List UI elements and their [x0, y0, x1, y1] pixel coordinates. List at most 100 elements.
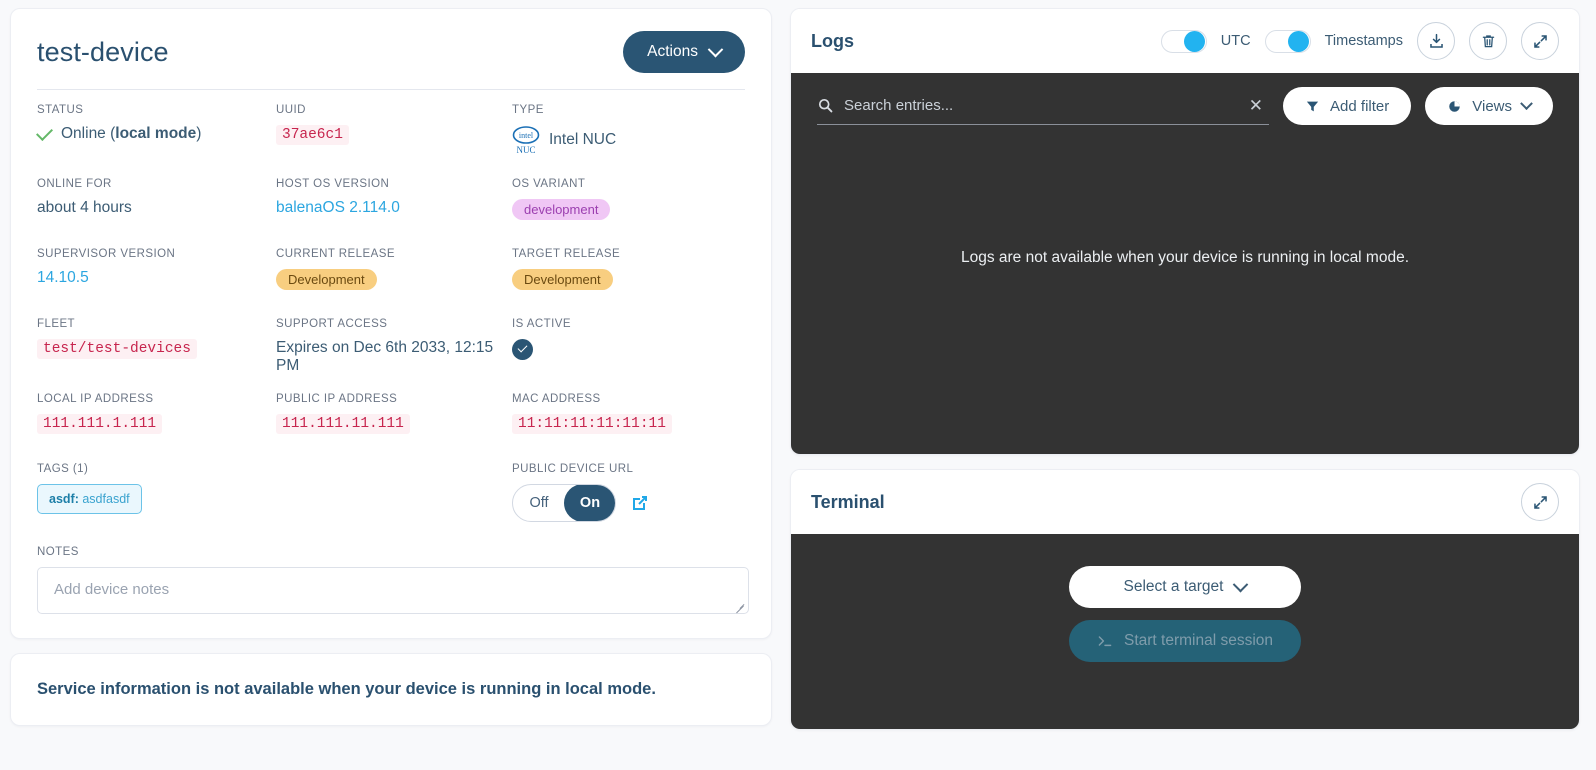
- public-ip-value[interactable]: 111.111.11.111: [276, 414, 410, 434]
- chevron-down-icon: [707, 41, 724, 57]
- field-type-label: TYPE: [512, 104, 544, 116]
- add-filter-button[interactable]: Add filter: [1283, 87, 1412, 125]
- mac-address-value[interactable]: 11:11:11:11:11:11: [512, 414, 672, 434]
- field-target-release: TARGET RELEASE Development: [512, 248, 745, 318]
- current-release-badge[interactable]: Development: [276, 269, 377, 290]
- field-os-variant-label: OS VARIANT: [512, 178, 586, 190]
- check-icon: [36, 123, 53, 141]
- service-info-message: Service information is not available whe…: [37, 680, 656, 698]
- field-public-ip: PUBLIC IP ADDRESS 111.111.11.111: [276, 393, 512, 463]
- public-url-toggle-on[interactable]: On: [564, 485, 615, 521]
- supervisor-version-link[interactable]: 14.10.5: [37, 269, 276, 287]
- utc-label: UTC: [1220, 33, 1251, 49]
- device-header: test-device Actions: [37, 31, 745, 90]
- terminal-body: Select a target Start terminal session: [791, 534, 1579, 729]
- host-os-version-link[interactable]: balenaOS 2.114.0: [276, 199, 512, 217]
- add-filter-label: Add filter: [1330, 97, 1390, 115]
- select-target-button[interactable]: Select a target: [1069, 566, 1301, 608]
- field-supervisor-version-label: SUPERVISOR VERSION: [37, 248, 176, 260]
- status-mode: local mode: [115, 125, 197, 142]
- field-fleet: FLEET test/test-devices: [37, 318, 276, 393]
- device-dashboard: test-device Actions STATUS Online (local…: [0, 0, 1596, 770]
- logs-panel: Logs UTC Timestamps Search entries... ✕ …: [790, 8, 1580, 455]
- device-type-label: Intel NUC: [549, 131, 617, 148]
- tag-key: asdf:: [49, 492, 79, 506]
- views-button[interactable]: Views: [1425, 87, 1553, 125]
- utc-toggle-knob: [1183, 31, 1205, 52]
- field-is-active: IS ACTIVE: [512, 318, 745, 393]
- field-local-ip-label: LOCAL IP ADDRESS: [37, 393, 154, 405]
- is-active-check-icon: [512, 339, 533, 360]
- clear-search-icon[interactable]: ✕: [1243, 96, 1269, 116]
- start-terminal-session-button[interactable]: Start terminal session: [1069, 620, 1301, 662]
- right-column: Logs UTC Timestamps Search entries... ✕ …: [790, 6, 1580, 770]
- notes-placeholder: Add device notes: [54, 581, 170, 598]
- uuid-value[interactable]: 37ae6c1: [276, 125, 349, 145]
- search-placeholder: Search entries...: [844, 97, 954, 114]
- start-terminal-session-label: Start terminal session: [1123, 632, 1274, 649]
- os-variant-badge: development: [512, 199, 611, 220]
- expand-terminal-button[interactable]: [1521, 483, 1559, 521]
- device-fields-grid: STATUS Online (local mode) UUID 37ae6c1 …: [36, 90, 745, 540]
- terminal-header: Terminal: [791, 470, 1579, 534]
- logs-body: Search entries... ✕ Add filter Views Log…: [791, 73, 1579, 454]
- support-access-value: Expires on Dec 6th 2033, 12:15 PM: [276, 339, 494, 374]
- intel-nuc-logo-icon: intel NUC: [512, 126, 540, 155]
- views-chevron-down-icon: [1520, 96, 1533, 110]
- field-local-ip: LOCAL IP ADDRESS 111.111.1.111: [37, 393, 276, 463]
- download-logs-button[interactable]: [1417, 22, 1455, 60]
- search-icon: [818, 98, 833, 113]
- tag-value: asdfasdf: [82, 492, 130, 506]
- logs-toolbar: Search entries... ✕ Add filter Views: [791, 73, 1579, 125]
- page-title: test-device: [37, 36, 169, 67]
- field-tags-label: TAGS (1): [37, 463, 89, 475]
- status-prefix: Online (: [61, 125, 116, 142]
- notes-section: NOTES Add device notes: [37, 546, 749, 614]
- field-os-variant: OS VARIANT development: [512, 178, 745, 248]
- select-target-label: Select a target: [1123, 578, 1224, 595]
- terminal-prompt-icon: [1098, 636, 1112, 647]
- online-for-value: about 4 hours: [37, 199, 132, 216]
- actions-button[interactable]: Actions: [623, 31, 745, 73]
- views-icon: [1449, 100, 1460, 112]
- search-input[interactable]: Search entries... ✕: [817, 87, 1270, 125]
- clear-logs-button[interactable]: [1469, 22, 1507, 60]
- field-tags: TAGS (1) asdf: asdfasdf: [37, 463, 276, 540]
- field-host-os-version-label: HOST OS VERSION: [276, 178, 390, 190]
- svg-text:intel: intel: [519, 131, 534, 140]
- field-mac-address-label: MAC ADDRESS: [512, 393, 601, 405]
- timestamps-toggle-knob: [1287, 31, 1309, 52]
- notes-textarea[interactable]: Add device notes: [37, 567, 749, 614]
- fleet-link[interactable]: test/test-devices: [37, 339, 197, 359]
- field-public-device-url: PUBLIC DEVICE URL Off On: [512, 463, 745, 540]
- public-url-toggle-off[interactable]: Off: [513, 485, 565, 521]
- tag-chip[interactable]: asdf: asdfasdf: [37, 484, 142, 514]
- actions-button-label: Actions: [647, 43, 698, 60]
- external-link-icon[interactable]: [630, 493, 650, 513]
- timestamps-label: Timestamps: [1324, 33, 1403, 49]
- filter-icon: [1306, 101, 1319, 111]
- terminal-panel: Terminal Select a target Start terminal …: [790, 469, 1580, 730]
- local-ip-value[interactable]: 111.111.1.111: [37, 414, 163, 434]
- resize-handle[interactable]: [735, 601, 745, 614]
- terminal-title: Terminal: [811, 491, 885, 512]
- field-status: STATUS Online (local mode): [36, 104, 276, 178]
- service-info-card: Service information is not available whe…: [10, 653, 772, 726]
- target-release-badge[interactable]: Development: [512, 269, 613, 290]
- field-type: TYPE intel NUC Intel NUC: [512, 104, 745, 178]
- field-online-for: ONLINE FOR about 4 hours: [37, 178, 276, 248]
- field-online-for-label: ONLINE FOR: [37, 178, 112, 190]
- left-column: test-device Actions STATUS Online (local…: [10, 6, 772, 770]
- notes-label: NOTES: [37, 546, 79, 558]
- status-badge: Online (local mode): [36, 123, 276, 143]
- utc-toggle[interactable]: [1160, 29, 1207, 53]
- field-spacer: [276, 463, 512, 540]
- views-label: Views: [1472, 97, 1512, 115]
- field-current-release: CURRENT RELEASE Development: [276, 248, 512, 318]
- expand-logs-button[interactable]: [1521, 22, 1559, 60]
- public-url-toggle[interactable]: Off On: [512, 484, 616, 522]
- logs-empty-message: Logs are not available when your device …: [960, 249, 1410, 266]
- field-support-access: SUPPORT ACCESS Expires on Dec 6th 2033, …: [276, 318, 512, 393]
- svg-text:NUC: NUC: [516, 145, 535, 155]
- timestamps-toggle[interactable]: [1264, 29, 1311, 53]
